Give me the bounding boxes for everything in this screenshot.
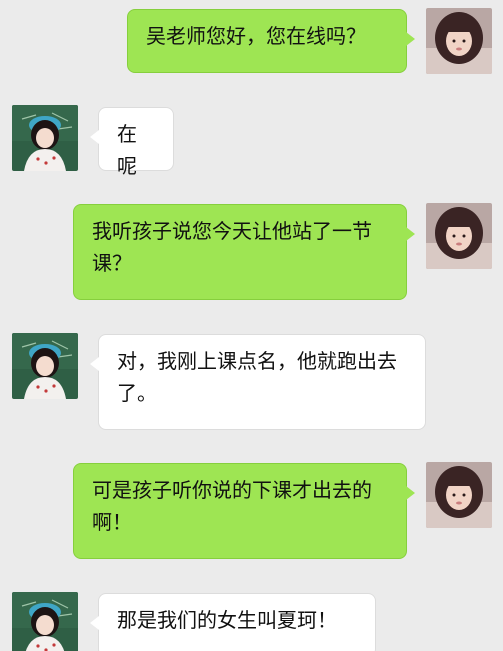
teacher-avatar[interactable] [12, 333, 78, 399]
teacher-avatar[interactable] [12, 592, 78, 651]
parent-avatar-icon [426, 8, 492, 74]
parent-avatar[interactable] [426, 8, 492, 74]
parent-avatar[interactable] [426, 203, 492, 269]
teacher-avatar-icon [12, 592, 78, 651]
teacher-avatar[interactable] [12, 105, 78, 171]
message-bubble-received[interactable]: 那是我们的女生叫夏珂！ [90, 593, 376, 651]
message-bubble-sent[interactable]: 我听孩子说您今天让他站了一节课？ [73, 204, 415, 300]
parent-avatar-icon [426, 462, 492, 528]
teacher-avatar-icon [12, 105, 78, 171]
chat-window: 吴老师您好，您在线吗？ 在呢 我听孩子说您今天让他站了一节课？ 对，我刚上课点名… [0, 0, 503, 651]
parent-avatar[interactable] [426, 462, 492, 528]
teacher-avatar-icon [12, 333, 78, 399]
message-bubble-received[interactable]: 对，我刚上课点名，他就跑出去了。 [90, 334, 426, 430]
message-bubble-sent[interactable]: 吴老师您好，您在线吗？ [127, 9, 415, 73]
parent-avatar-icon [426, 203, 492, 269]
message-bubble-received[interactable]: 在呢 [90, 107, 174, 178]
message-bubble-sent[interactable]: 可是孩子听你说的下课才出去的啊！ [73, 463, 415, 559]
